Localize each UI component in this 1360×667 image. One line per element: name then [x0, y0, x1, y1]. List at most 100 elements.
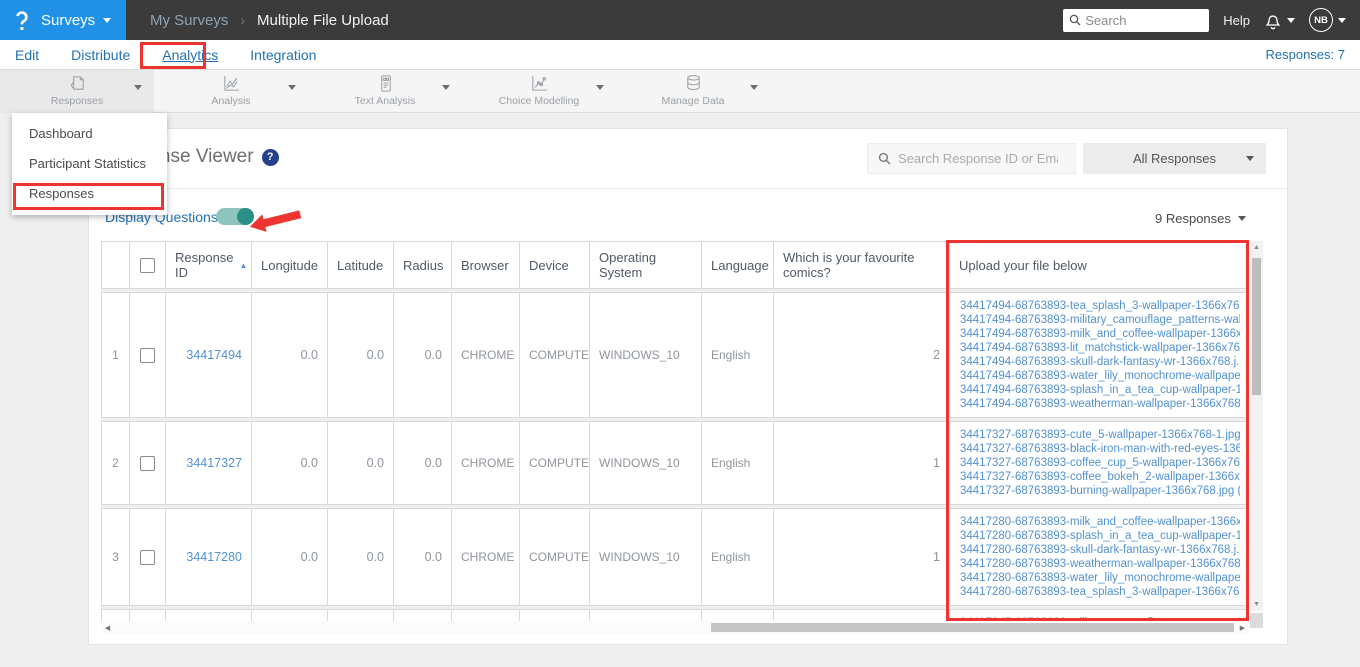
row-checkbox[interactable]	[140, 549, 155, 565]
cell-comics-answer: 2	[774, 293, 950, 417]
uploaded-file-link[interactable]: 34417280-68763893-tea_splash_3-wallpaper…	[960, 585, 1240, 599]
scroll-right-icon[interactable]: ▶	[1236, 621, 1249, 634]
menu-item-responses[interactable]: Responses	[12, 179, 167, 209]
toolbar-responses[interactable]: Responses	[0, 70, 154, 113]
tab-edit[interactable]: Edit	[15, 47, 39, 63]
uploaded-file-link[interactable]: 34417280-68763893-splash_in_a_tea_cup-wa…	[960, 529, 1240, 543]
cell-browser: CHROME	[452, 422, 520, 504]
response-search-input[interactable]	[898, 151, 1058, 166]
response-filter-dropdown[interactable]: All Responses	[1083, 143, 1266, 174]
chevron-down-icon	[442, 85, 450, 90]
vertical-scroll-thumb[interactable]	[1252, 258, 1261, 395]
chevron-down-icon	[103, 17, 112, 23]
responses-count-dropdown[interactable]: 9 Responses	[1155, 211, 1246, 226]
header-latitude[interactable]: Latitude	[328, 242, 394, 288]
header-operating-system[interactable]: Operating System	[590, 242, 702, 288]
header-comics-question[interactable]: Which is your favourite comics?	[774, 242, 950, 288]
header-radius[interactable]: Radius	[394, 242, 452, 288]
cell-response-id[interactable]: 34417280	[166, 509, 252, 605]
uploaded-file-link[interactable]: 34417494-68763893-splash_in_a_tea_cup-wa…	[960, 383, 1240, 397]
tab-distribute[interactable]: Distribute	[71, 47, 130, 63]
scroll-down-icon[interactable]: ▼	[1250, 598, 1263, 611]
uploaded-file-link[interactable]: 34417280-68763893-weatherman-wallpaper-1…	[960, 557, 1240, 571]
cell-response-id[interactable]	[166, 610, 252, 621]
horizontal-scrollbar[interactable]: ◀ ▶	[101, 621, 1249, 634]
cell-checkbox	[130, 422, 166, 504]
uploaded-file-link[interactable]: 34417494-68763893-water_lily_monochrome-…	[960, 369, 1240, 383]
display-questions-toggle[interactable]	[216, 208, 254, 225]
toolbar-manage-data[interactable]: Manage Data	[616, 70, 770, 113]
uploaded-file-link[interactable]: 34417494-68763893-tea_splash_3-wallpaper…	[960, 299, 1240, 313]
header-row-number	[102, 242, 130, 288]
scroll-left-icon[interactable]: ◀	[101, 621, 114, 634]
menu-item-participant-statistics[interactable]: Participant Statistics	[12, 149, 167, 179]
row-checkbox[interactable]	[140, 455, 155, 471]
account-menu[interactable]: NB	[1309, 8, 1346, 32]
cell-checkbox	[130, 509, 166, 605]
header-browser[interactable]: Browser	[452, 242, 520, 288]
uploaded-file-link[interactable]: 34417494-68763893-skull-dark-fantasy-wr-…	[960, 355, 1240, 369]
uploaded-file-link[interactable]: 34417280-68763893-skull-dark-fantasy-wr-…	[960, 543, 1240, 557]
toolbar-text-analysis[interactable]: Text Analysis	[308, 70, 462, 113]
header-device[interactable]: Device	[520, 242, 590, 288]
help-icon[interactable]: ?	[261, 148, 279, 166]
cell-comics-answer: 1	[774, 422, 950, 504]
header-response-id[interactable]: Response ID ▲	[166, 242, 252, 288]
global-search	[1063, 8, 1210, 32]
header-upload-question[interactable]: Upload your file below	[950, 242, 1249, 288]
cell-browser: CHROME	[452, 293, 520, 417]
responses-count-label: 9 Responses	[1155, 211, 1231, 226]
global-search-input[interactable]	[1085, 12, 1196, 28]
uploaded-file-link[interactable]: 34417327-68763893-burning-wallpaper-1366…	[960, 484, 1240, 498]
uploaded-file-link[interactable]: 34417327-68763893-cute_5-wallpaper-1366x…	[960, 428, 1240, 442]
toolbar-label: Analysis	[211, 95, 251, 107]
notifications-menu[interactable]	[1264, 11, 1295, 30]
cell-radius	[394, 610, 452, 621]
cell-longitude: 0.0	[252, 422, 328, 504]
help-link[interactable]: Help	[1223, 13, 1250, 28]
tab-integration[interactable]: Integration	[250, 47, 316, 63]
cell-device: COMPUTER	[520, 293, 590, 417]
cell-latitude	[328, 610, 394, 621]
toolbar-analysis[interactable]: Analysis	[154, 70, 308, 113]
uploaded-file-link[interactable]: 34417494-68763893-milk_and_coffee-wallpa…	[960, 327, 1240, 341]
uploaded-file-link[interactable]: 34417327-68763893-black-iron-man-with-re…	[960, 442, 1240, 456]
toolbar-choice-modelling[interactable]: Choice Modelling	[462, 70, 616, 113]
uploaded-file-link[interactable]: 34417327-68763893-coffee_bokeh_2-wallpap…	[960, 470, 1240, 484]
text-analysis-icon	[376, 73, 395, 93]
row-checkbox[interactable]	[140, 347, 155, 363]
cell-response-id[interactable]: 34417494	[166, 293, 252, 417]
cell-operating-system	[590, 610, 702, 621]
uploaded-file-link[interactable]: 34417280-68763893-water_lily_monochrome-…	[960, 571, 1240, 585]
header-longitude[interactable]: Longitude	[252, 242, 328, 288]
header-language[interactable]: Language	[702, 242, 774, 288]
cell-latitude: 0.0	[328, 422, 394, 504]
responses-count: Responses: 7	[1265, 47, 1346, 62]
brand-area: Surveys	[0, 0, 126, 40]
uploaded-file-link[interactable]: 34417494-68763893-military_camouflage_pa…	[960, 313, 1240, 327]
header-select-all	[130, 242, 166, 288]
scroll-up-icon[interactable]: ▲	[1250, 241, 1263, 254]
surveys-menu[interactable]: Surveys	[41, 12, 112, 29]
uploaded-file-link[interactable]: 34417494-68763893-lit_matchstick-wallpap…	[960, 341, 1240, 355]
sort-asc-icon: ▲	[239, 260, 248, 270]
tab-analytics[interactable]: Analytics	[162, 47, 218, 63]
select-all-checkbox[interactable]	[140, 257, 155, 273]
analysis-icon	[222, 73, 241, 93]
cell-radius: 0.0	[394, 509, 452, 605]
vertical-scrollbar[interactable]: ▲ ▼	[1250, 241, 1263, 611]
cell-radius: 0.0	[394, 293, 452, 417]
toolbar-label: Manage Data	[661, 95, 725, 107]
uploaded-file-link[interactable]: 34417494-68763893-weatherman-wallpaper-1…	[960, 397, 1240, 411]
menu-item-dashboard[interactable]: Dashboard	[12, 119, 167, 149]
table-row: 3344172800.00.00.0CHROMECOMPUTERWINDOWS_…	[101, 508, 1249, 606]
breadcrumb-my-surveys[interactable]: My Surveys	[150, 12, 228, 29]
cell-response-id[interactable]: 34417327	[166, 422, 252, 504]
table-row: 1344174940.00.00.0CHROMECOMPUTERWINDOWS_…	[101, 292, 1249, 418]
uploaded-file-link[interactable]: 34417280-68763893-milk_and_coffee-wallpa…	[960, 515, 1240, 529]
questionpro-logo-icon[interactable]	[14, 10, 29, 31]
divider	[89, 188, 1287, 189]
cell-comics-answer	[774, 610, 950, 621]
horizontal-scroll-thumb[interactable]	[711, 623, 1234, 632]
uploaded-file-link[interactable]: 34417327-68763893-coffee_cup_5-wallpaper…	[960, 456, 1240, 470]
